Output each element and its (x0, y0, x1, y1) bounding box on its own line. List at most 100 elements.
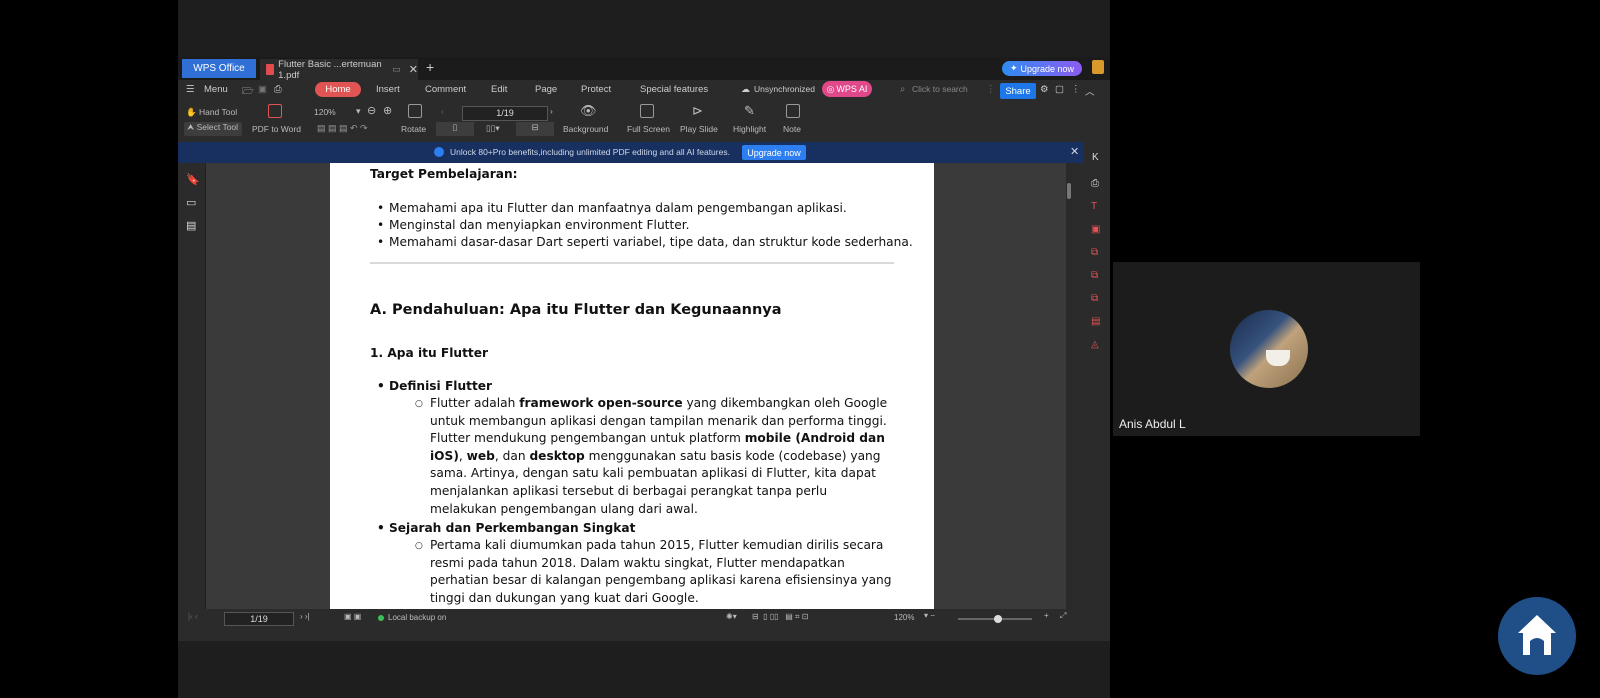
more-icon[interactable]: ⋮ (1071, 84, 1081, 95)
close-tab-icon[interactable]: ✕ (409, 63, 418, 76)
export-icon[interactable]: ⧉ (1091, 270, 1098, 281)
zoom-in-icon[interactable]: ⊕ (383, 104, 392, 117)
highlight-button[interactable]: Highlight (733, 124, 766, 134)
tab-edit[interactable]: Edit (491, 84, 507, 95)
more-dots-icon[interactable]: ⋮ (986, 84, 996, 95)
home-button[interactable] (1498, 597, 1576, 675)
collapse-panel-icon[interactable]: K (1092, 152, 1099, 163)
wps-ai-label: WPS AI (836, 84, 868, 94)
pin-icon[interactable]: ▭ (392, 64, 401, 75)
play-slide-button[interactable]: Play Slide (680, 124, 718, 134)
print-icon[interactable]: ⎙ (274, 84, 282, 95)
zoom-out-icon[interactable]: ⊖ (367, 104, 376, 117)
bullet-definition: Definisi Flutter (377, 379, 492, 393)
view-mode-icons[interactable]: ⊟ ▯ ▯▯ ▤ ⌗ ⊡ (752, 612, 808, 622)
settings-icon[interactable]: ⚙ (1040, 84, 1049, 95)
hamburger-icon[interactable]: ☰ (186, 84, 195, 95)
background-button[interactable]: Background (563, 124, 608, 134)
fit-width-view[interactable]: ⊟ (516, 122, 554, 136)
zoom-dropdown-icon[interactable]: ▾ − (924, 611, 935, 620)
comment-icon[interactable]: ▢ (1055, 84, 1064, 95)
left-sidebar: 🔖 ▭ ▤ (178, 163, 206, 609)
subsection-heading: 1. Apa itu Flutter (370, 346, 489, 360)
view-icons[interactable]: ▤ ▤ ▤ ↶ ↷ (317, 123, 368, 134)
wps-office-tab[interactable]: WPS Office (182, 59, 256, 78)
new-tab-icon[interactable]: + (426, 59, 434, 75)
fit-page-icon[interactable]: ⤢ (1060, 611, 1066, 621)
zoom-dropdown-icon[interactable]: ▾ (356, 106, 361, 117)
status-zoom[interactable]: 120% (894, 613, 914, 622)
search-icon: ⌕ (900, 84, 906, 95)
tab-special-features[interactable]: Special features (640, 84, 708, 95)
doc-icon[interactable]: ▣ ▣ (344, 612, 361, 621)
text-run: Flutter adalah (430, 396, 520, 410)
text-tool-icon[interactable]: T (1091, 201, 1097, 212)
sync-status[interactable]: Unsynchronized (754, 84, 815, 94)
eye-icon: 👁 (580, 103, 597, 118)
pdf-tool-icon[interactable]: ▤ (1091, 316, 1100, 327)
search-input[interactable]: Click to search (912, 84, 968, 94)
cursor-icon: ⮝ (187, 122, 195, 132)
user-avatar[interactable] (1092, 60, 1104, 74)
page-number-input[interactable]: 1/19 (462, 106, 548, 121)
sign-icon[interactable]: ◬ (1091, 339, 1099, 350)
participant-avatar (1230, 310, 1308, 388)
convert-icon[interactable]: ⧉ (1091, 247, 1098, 258)
scrollbar-thumb[interactable] (1067, 183, 1071, 199)
bullet-history: Sejarah dan Perkembangan Singkat (377, 521, 635, 535)
tab-insert[interactable]: Insert (376, 84, 400, 95)
status-page-input[interactable]: 1/19 (224, 612, 294, 626)
text-run-bold: web (466, 448, 495, 463)
prev-page-icon[interactable]: ‹ (441, 106, 444, 116)
tab-protect[interactable]: Protect (581, 84, 611, 95)
tab-home[interactable]: Home (315, 82, 361, 97)
compress-icon[interactable]: ⧉ (1091, 293, 1098, 304)
pdf-to-word-button[interactable]: PDF to Word (252, 124, 301, 134)
banner-text: Unlock 80+Pro benefits,including unlimit… (450, 147, 730, 157)
participant-tile[interactable]: Anis Abdul L (1113, 262, 1420, 436)
title-bar: WPS Office Flutter Basic ...ertemuan 1.p… (178, 57, 1110, 81)
first-page-icon[interactable]: |‹ ‹ (188, 612, 198, 621)
section-heading: A. Pendahuluan: Apa itu Flutter dan Kegu… (370, 302, 782, 318)
single-page-view[interactable]: ▯ (436, 122, 474, 136)
upgrade-now-button[interactable]: ✦ Upgrade now (1002, 61, 1082, 76)
image-tool-icon[interactable]: ▣ (1091, 224, 1100, 235)
zoom-slider-handle[interactable] (994, 615, 1002, 623)
hand-tool-button[interactable]: ✋ Hand Tool (186, 107, 237, 118)
menu-button[interactable]: Menu (204, 84, 228, 95)
bookmark-icon[interactable]: 🔖 (186, 173, 200, 186)
full-screen-button[interactable]: Full Screen (627, 124, 670, 134)
print-icon[interactable]: ⎙ (1091, 178, 1099, 189)
text-run: , dan (494, 448, 530, 463)
text-run-bold: desktop (529, 448, 585, 463)
open-folder-icon[interactable]: 🗁 (242, 84, 254, 100)
double-page-view[interactable]: ▯▯▾ (486, 123, 500, 134)
next-page-icon[interactable]: › (550, 106, 553, 116)
definition-paragraph: Flutter adalah framework open-source yan… (415, 395, 895, 518)
text-run-bold: framework open-source (519, 396, 683, 410)
banner-upgrade-button[interactable]: Upgrade now (742, 145, 806, 160)
rotate-button[interactable]: Rotate (401, 124, 426, 134)
document-viewport[interactable]: Target Pembelajaran: Memahami apa itu Fl… (206, 163, 1066, 609)
vertical-scrollbar[interactable] (1066, 163, 1072, 609)
participant-name: Anis Abdul L (1119, 417, 1186, 431)
select-tool-button[interactable]: ⮝ Select Tool (184, 122, 242, 136)
wps-ai-button[interactable]: ◎ WPS AI (822, 81, 872, 97)
target-heading: Target Pembelajaran: (370, 167, 518, 181)
note-button[interactable]: Note (783, 124, 801, 134)
thumbnails-icon[interactable]: ▭ (186, 196, 196, 209)
zoom-in-icon[interactable]: + (1044, 611, 1049, 620)
close-banner-icon[interactable]: ✕ (1070, 145, 1079, 158)
tab-comment[interactable]: Comment (425, 84, 466, 95)
tab-page[interactable]: Page (535, 84, 557, 95)
collapse-icon[interactable]: ︿ (1085, 84, 1095, 98)
eye-mode-icon[interactable]: ✺▾ (726, 612, 737, 621)
share-button[interactable]: Share (1000, 83, 1036, 99)
next-last-page-icon[interactable]: › ›| (300, 612, 310, 621)
annotations-icon[interactable]: ▤ (186, 219, 196, 232)
zoom-select[interactable]: 120% (314, 107, 336, 117)
zoom-slider[interactable] (958, 615, 1032, 623)
document-tab[interactable]: Flutter Basic ...ertemuan 1.pdf ▭ ✕ (260, 59, 418, 81)
full-screen-icon (640, 104, 654, 118)
save-icon[interactable]: ▣ (258, 84, 267, 95)
